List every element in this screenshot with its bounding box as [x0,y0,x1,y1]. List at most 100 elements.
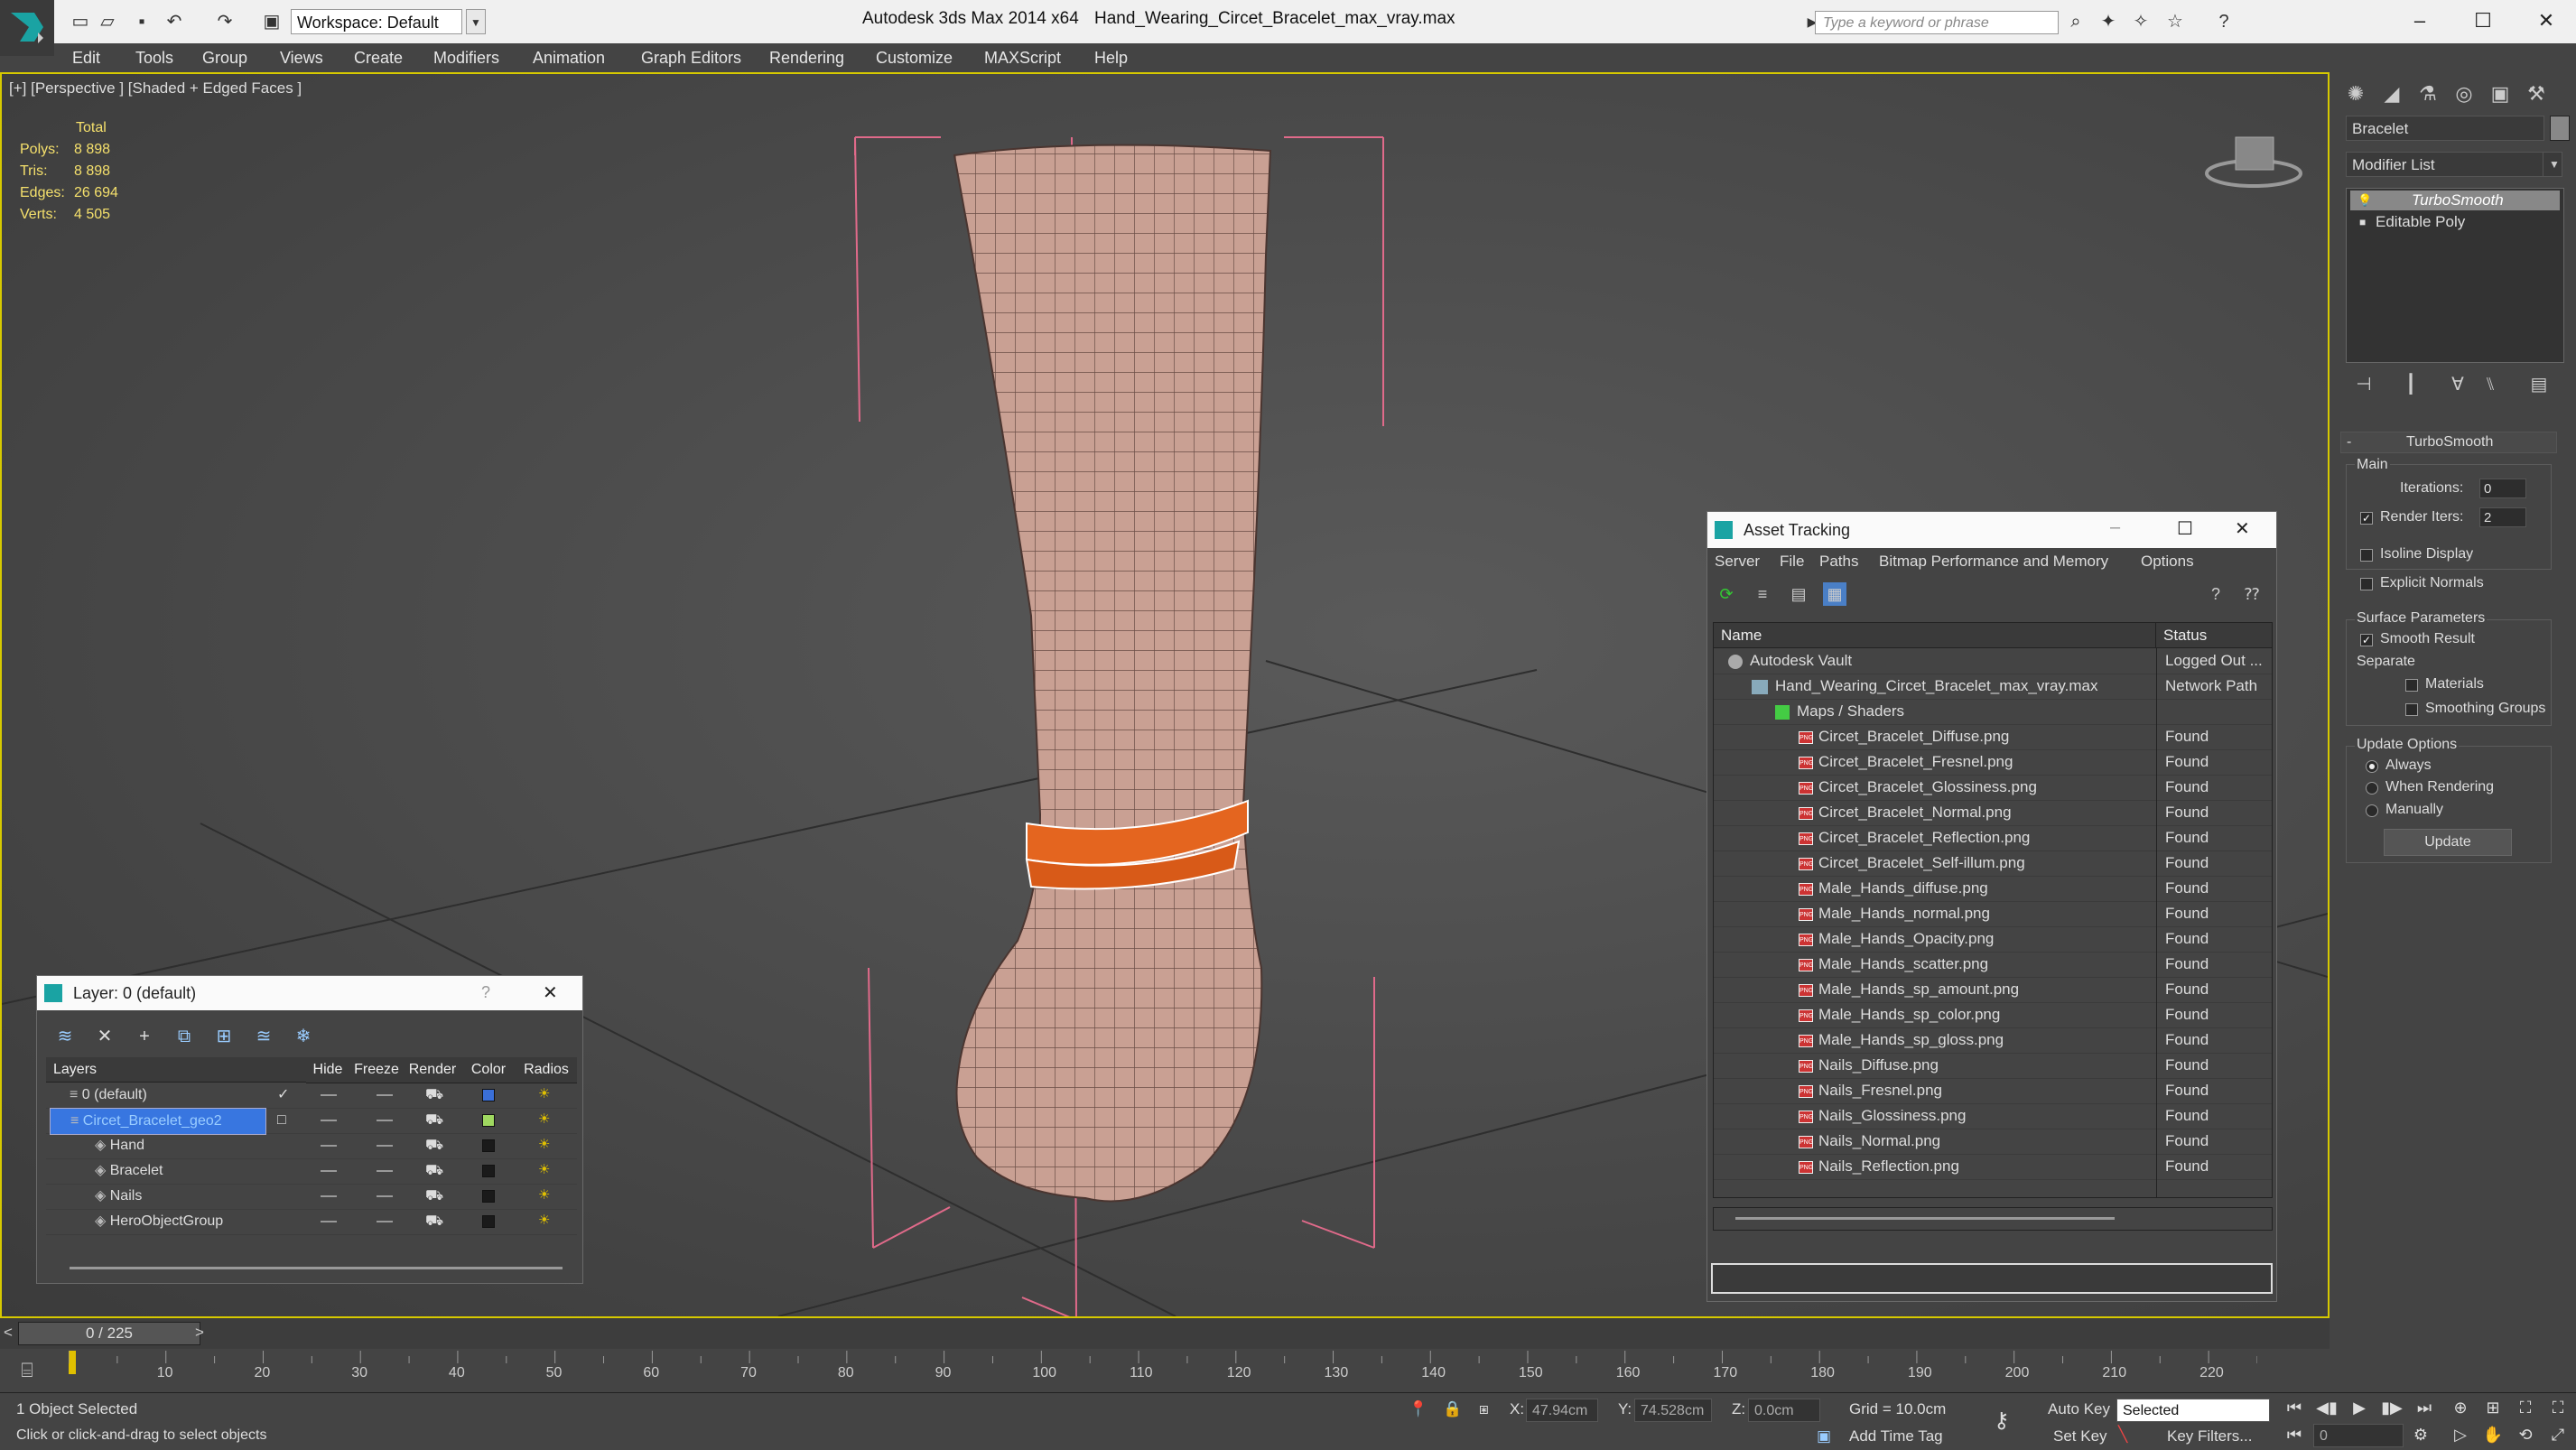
asset-row[interactable]: PNG Male_Hands_normal.png Found [1714,901,2272,927]
asset-row[interactable]: PNG Circet_Bracelet_Diffuse.png Found [1714,724,2272,750]
freeze-toggle[interactable] [377,1170,393,1172]
column-header-layers[interactable]: Layers [46,1057,306,1083]
column-header-color[interactable]: Color [461,1057,516,1083]
asset-menu-bitmap-performance[interactable]: Bitmap Performance and Memory [1879,548,2108,575]
layer-manager-titlebar[interactable]: Layer: 0 (default) ? ✕ [37,976,582,1010]
isolate-icon[interactable]: 📍 [1409,1400,1427,1418]
asset-row[interactable]: PNG Male_Hands_sp_amount.png Found [1714,977,2272,1003]
column-header-radiosity[interactable]: Radios [516,1057,577,1083]
orbit-icon[interactable]: ⟲ [2512,1422,2539,1447]
asset-row[interactable]: PNG Circet_Bracelet_Fresnel.png Found [1714,749,2272,776]
radiosity-icon[interactable]: ☀ [538,1187,554,1204]
chevron-down-icon[interactable]: ▼ [2543,152,2565,177]
asset-row[interactable]: Maps / Shaders [1714,699,2272,725]
freeze-toggle[interactable] [377,1145,393,1147]
hide-toggle[interactable] [321,1145,337,1147]
tools-icon[interactable]: ✦ [2097,11,2120,33]
layer-scrollbar[interactable] [70,1267,563,1269]
key-filters-button[interactable]: Key Filters... [2167,1427,2252,1445]
go-to-end-icon[interactable]: ⏭ [2411,1395,2438,1420]
menu-animation[interactable]: Animation [533,43,605,72]
next-frame-icon[interactable]: > [195,1324,204,1342]
menu-create[interactable]: Create [354,43,403,72]
radiosity-icon[interactable]: ☀ [538,1213,554,1229]
asset-row[interactable]: PNG Circet_Bracelet_Normal.png Found [1714,800,2272,826]
rollout-header[interactable]: - TurboSmooth [2340,432,2557,453]
layer-color-swatch[interactable] [482,1139,495,1152]
radiosity-icon[interactable]: ☀ [538,1086,554,1102]
search-input[interactable]: Type a keyword or phrase [1815,11,2059,34]
update-button[interactable]: Update [2384,829,2512,856]
menu-group[interactable]: Group [202,43,247,72]
help-icon[interactable]: ? [2204,582,2227,606]
viewcube[interactable] [2205,128,2302,191]
asset-row[interactable]: PNG Male_Hands_sp_color.png Found [1714,1002,2272,1028]
asset-row[interactable]: PNG Circet_Bracelet_Self-illum.png Found [1714,850,2272,877]
asset-row[interactable]: PNG Male_Hands_Opacity.png Found [1714,926,2272,953]
create-tab-icon[interactable]: ✺ [2339,78,2372,110]
key-mode-toggle-icon[interactable]: ⏮ [2281,1422,2308,1447]
column-header-status[interactable]: Status [2156,623,2272,648]
render-teapot-icon[interactable]: ⛟ [425,1108,443,1133]
render-teapot-icon[interactable]: ⛟ [425,1158,443,1184]
current-layer-toggle[interactable]: ✓ [277,1083,289,1108]
layer-row[interactable]: ≡ Circet_Bracelet_geo2 □ ⛟ ☀ [46,1108,577,1135]
key-icon[interactable]: ⚷ [1994,1408,2010,1434]
render-teapot-icon[interactable]: ⛟ [425,1184,443,1209]
exchange-icon[interactable]: ✧ [2129,11,2153,33]
hide-all-icon[interactable]: ≊ [250,1023,277,1050]
y-coordinate-field[interactable]: 74.528cm [1634,1399,1712,1422]
freeze-toggle[interactable] [377,1094,393,1096]
refresh-icon[interactable]: ⟳ [1715,582,1738,606]
freeze-all-icon[interactable]: ❄ [290,1023,317,1050]
stack-item-editable-poly[interactable]: ■ Editable Poly [2350,212,2560,232]
current-layer-toggle[interactable]: □ [277,1108,286,1133]
menu-modifiers[interactable]: Modifiers [433,43,499,72]
auto-key-button[interactable]: Auto Key [2048,1400,2110,1418]
layer-row[interactable]: ≡ 0 (default) ✓ ⛟ ☀ [46,1083,577,1109]
horizontal-scrollbar[interactable] [1713,1207,2273,1231]
remove-modifier-icon[interactable]: ⑊ [2478,372,2503,397]
manually-radio[interactable] [2366,804,2378,817]
smooth-result-checkbox[interactable]: ✓ [2360,634,2373,646]
hide-toggle[interactable] [321,1195,337,1197]
menu-graph-editors[interactable]: Graph Editors [641,43,741,72]
hide-toggle[interactable] [321,1094,337,1096]
key-mode-dropdown[interactable]: Selected [2116,1399,2270,1422]
configure-sets-icon[interactable]: ▤ [2526,372,2552,397]
layer-color-swatch[interactable] [482,1089,495,1101]
maximize-viewport-icon[interactable]: ⤢ [2544,1422,2571,1447]
freeze-toggle[interactable] [377,1195,393,1197]
hide-toggle[interactable] [321,1120,337,1121]
layer-row[interactable]: ◈ Nails ⛟ ☀ [46,1184,577,1210]
prev-frame-icon[interactable]: < [4,1324,13,1342]
redo-icon[interactable]: ↷ [213,11,237,33]
make-unique-icon[interactable]: ∀ [2445,372,2470,397]
menu-views[interactable]: Views [280,43,323,72]
smoothing-groups-checkbox[interactable] [2405,703,2418,716]
z-coordinate-field[interactable]: 0.0cm [1748,1399,1820,1422]
maximize-icon[interactable]: ☐ [2465,5,2501,36]
app-logo-button[interactable] [0,0,54,56]
track-bar[interactable]: ⌸ 10 20 30 40 50 60 70 80 90 100 110 120 130 140 150 16… [0,1349,2257,1392]
asset-menu-file[interactable]: File [1780,548,1804,575]
asset-row[interactable]: Autodesk Vault Logged Out ... [1714,648,2272,674]
asset-path-field[interactable] [1711,1263,2273,1294]
create-layer-icon[interactable]: ≋ [51,1023,79,1050]
layer-row[interactable]: ◈ Bracelet ⛟ ☀ [46,1158,577,1185]
maximize-icon[interactable]: ☐ [2177,517,2193,540]
go-to-start-icon[interactable]: ⏮ [2281,1395,2308,1420]
previous-frame-icon[interactable]: ◀▮ [2313,1395,2340,1420]
layer-color-swatch[interactable] [482,1190,495,1203]
set-key-button[interactable]: Set Key [2053,1427,2107,1445]
minimize-icon[interactable]: – [2110,517,2120,538]
asset-row[interactable]: PNG Circet_Bracelet_Reflection.png Found [1714,825,2272,851]
minimize-icon[interactable]: – [2402,5,2438,36]
render-teapot-icon[interactable]: ⛟ [425,1133,443,1158]
asset-tracking-titlebar[interactable]: Asset Tracking – ☐ ✕ [1707,512,2276,548]
grid-view-icon[interactable]: ▦ [1823,582,1846,606]
zoom-all-icon[interactable]: ⊞ [2479,1395,2506,1420]
layer-row[interactable]: ◈ Hand ⛟ ☀ [46,1133,577,1159]
column-header-hide[interactable]: Hide [306,1057,349,1083]
modifier-list-dropdown[interactable]: Modifier List [2346,152,2562,177]
